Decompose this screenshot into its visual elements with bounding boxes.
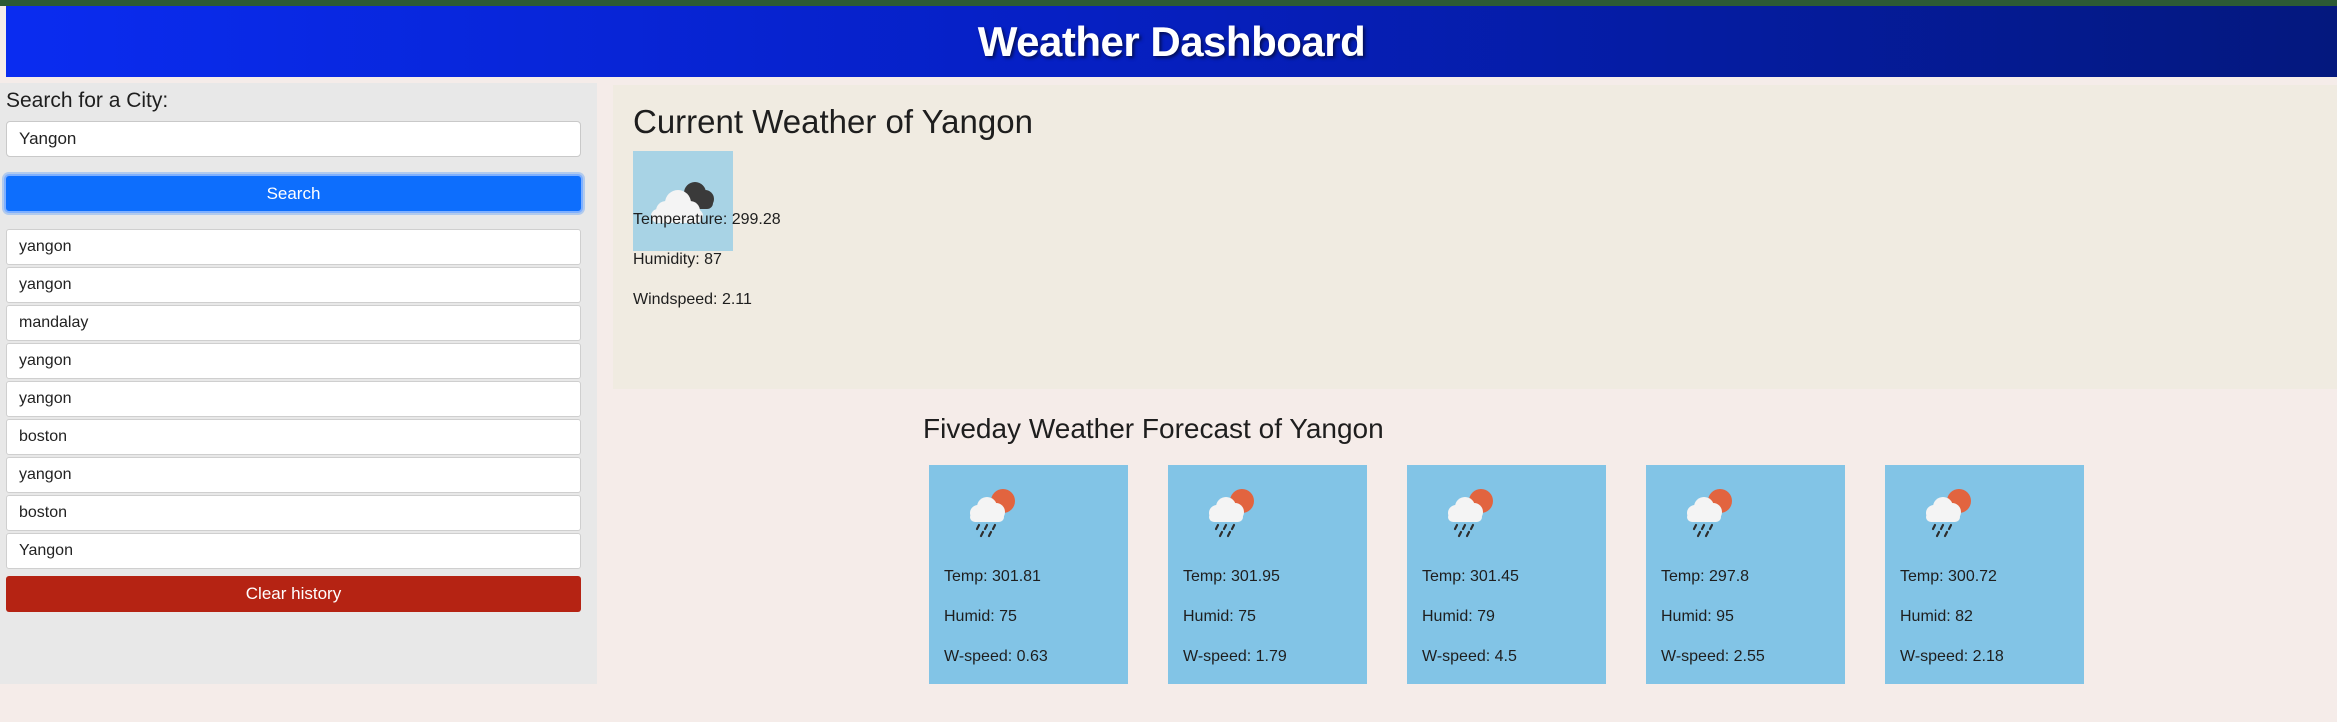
forecast-card: Temp: 301.81 Humid: 75 W-speed: 0.63 <box>929 465 1128 684</box>
forecast-humid: Humid: 82 <box>1900 608 1973 625</box>
history-item[interactable]: Yangon <box>6 533 581 569</box>
current-windspeed: Windspeed: 2.11 <box>633 291 752 308</box>
forecast-temp: Temp: 301.81 <box>944 568 1041 585</box>
forecast-humid: Humid: 75 <box>944 608 1017 625</box>
current-temperature: Temperature: 299.28 <box>633 211 781 228</box>
history-item[interactable]: yangon <box>6 457 581 493</box>
rain-sun-icon <box>1204 485 1264 541</box>
cloudy-icon <box>633 151 733 251</box>
current-humidity: Humidity: 87 <box>633 251 722 268</box>
forecast-card: Temp: 301.45 Humid: 79 W-speed: 4.5 <box>1407 465 1606 684</box>
rain-sun-icon <box>965 485 1025 541</box>
search-label: Search for a City: <box>6 89 169 112</box>
forecast-temp: Temp: 300.72 <box>1900 568 1997 585</box>
history-item[interactable]: yangon <box>6 267 581 303</box>
search-history-list: yangon yangon mandalay yangon yangon bos… <box>6 229 581 571</box>
forecast-card: Temp: 300.72 Humid: 82 W-speed: 2.18 <box>1885 465 2084 684</box>
page-title: Weather Dashboard <box>977 17 1366 65</box>
forecast-card: Temp: 301.95 Humid: 75 W-speed: 1.79 <box>1168 465 1367 684</box>
clear-history-button[interactable]: Clear history <box>6 576 581 612</box>
history-item[interactable]: yangon <box>6 343 581 379</box>
forecast-wspeed: W-speed: 1.79 <box>1183 648 1287 665</box>
history-item[interactable]: boston <box>6 419 581 455</box>
rain-sun-icon <box>1682 485 1742 541</box>
current-weather-panel: Current Weather of Yangon Temperature: 2… <box>613 85 2337 389</box>
forecast-temp: Temp: 301.95 <box>1183 568 1280 585</box>
forecast-card: Temp: 297.8 Humid: 95 W-speed: 2.55 <box>1646 465 1845 684</box>
search-button[interactable]: Search <box>4 174 583 213</box>
rain-sun-icon <box>1443 485 1503 541</box>
history-item[interactable]: yangon <box>6 229 581 265</box>
forecast-wspeed: W-speed: 2.18 <box>1900 648 2004 665</box>
sidebar: Search for a City: Search yangon yangon … <box>0 83 597 684</box>
page-header: Weather Dashboard <box>6 6 2337 77</box>
current-weather-title: Current Weather of Yangon <box>633 103 1033 140</box>
forecast-wspeed: W-speed: 4.5 <box>1422 648 1517 665</box>
history-item[interactable]: yangon <box>6 381 581 417</box>
forecast-temp: Temp: 301.45 <box>1422 568 1519 585</box>
city-search-input[interactable] <box>6 121 581 157</box>
forecast-humid: Humid: 75 <box>1183 608 1256 625</box>
forecast-temp: Temp: 297.8 <box>1661 568 1750 585</box>
forecast-title: Fiveday Weather Forecast of Yangon <box>923 413 1384 444</box>
forecast-wspeed: W-speed: 0.63 <box>944 648 1048 665</box>
forecast-humid: Humid: 95 <box>1661 608 1734 625</box>
history-item[interactable]: boston <box>6 495 581 531</box>
history-item[interactable]: mandalay <box>6 305 581 341</box>
rain-sun-icon <box>1921 485 1981 541</box>
forecast-humid: Humid: 79 <box>1422 608 1495 625</box>
forecast-wspeed: W-speed: 2.55 <box>1661 648 1765 665</box>
